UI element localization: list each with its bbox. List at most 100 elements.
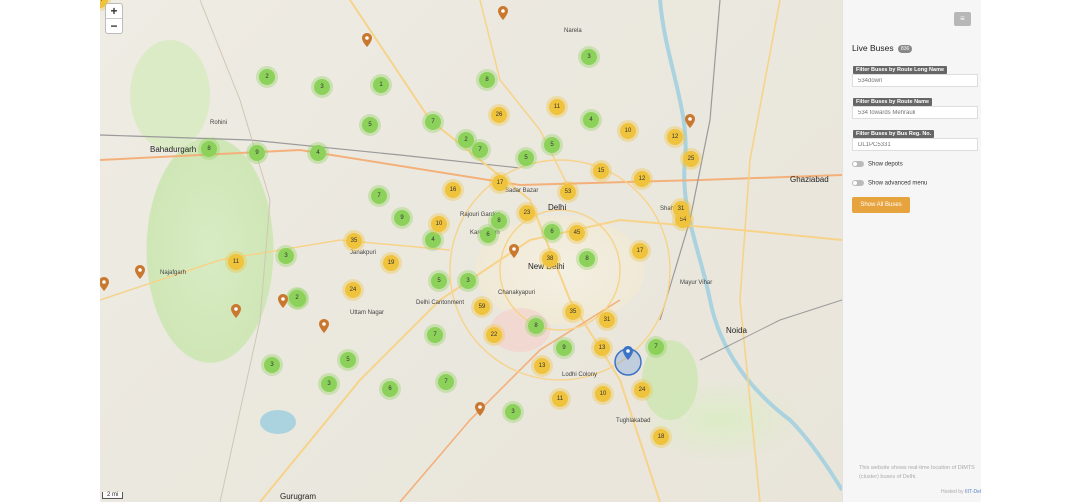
bus-reg-input[interactable]: [852, 138, 978, 151]
bus-cluster-marker[interactable]: 1: [373, 77, 389, 93]
bus-cluster-marker[interactable]: 2: [289, 290, 305, 306]
bus-cluster-marker[interactable]: 3: [278, 248, 294, 264]
bus-cluster-marker[interactable]: 24: [345, 282, 361, 298]
bus-cluster-marker[interactable]: 35: [565, 304, 581, 320]
bus-cluster-marker[interactable]: 12: [667, 129, 683, 145]
bus-cluster-marker[interactable]: 11: [228, 254, 244, 270]
bus-cluster-marker[interactable]: 8: [528, 318, 544, 334]
menu-icon[interactable]: ≡: [954, 12, 971, 26]
bus-cluster-marker[interactable]: 2: [259, 69, 275, 85]
bus-cluster-marker[interactable]: 17: [492, 175, 508, 191]
depot-pin-icon[interactable]: [509, 244, 519, 258]
bus-cluster-marker[interactable]: 5: [340, 352, 356, 368]
bus-cluster-marker[interactable]: 35: [346, 233, 362, 249]
bus-cluster-marker[interactable]: 24: [634, 382, 650, 398]
bus-cluster-marker[interactable]: 10: [431, 216, 447, 232]
bus-cluster-marker[interactable]: 3: [460, 273, 476, 289]
bus-cluster-marker[interactable]: 31: [599, 312, 615, 328]
bus-cluster-marker[interactable]: 45: [569, 225, 585, 241]
depot-pin-icon[interactable]: [498, 6, 508, 20]
depot-pin-icon[interactable]: [135, 265, 145, 279]
zoom-out-button[interactable]: −: [106, 18, 122, 33]
selected-location-pin-icon[interactable]: [623, 346, 633, 360]
show-depots-toggle[interactable]: Show depots: [852, 161, 903, 168]
bus-cluster-marker[interactable]: 5: [544, 137, 560, 153]
bus-cluster-marker[interactable]: 5: [518, 150, 534, 166]
bus-cluster-marker[interactable]: 23: [519, 205, 535, 221]
bus-cluster-marker[interactable]: 6: [382, 381, 398, 397]
bus-cluster-marker[interactable]: 5: [362, 117, 378, 133]
bus-cluster-marker[interactable]: 16: [445, 182, 461, 198]
bus-cluster-marker[interactable]: 18: [653, 429, 669, 445]
bus-cluster-marker[interactable]: 8: [579, 251, 595, 267]
live-buses-label: Live Buses: [852, 43, 894, 53]
bus-cluster-marker[interactable]: 11: [549, 99, 565, 115]
show-all-buses-button[interactable]: Show All Buses: [852, 197, 910, 213]
bus-cluster-marker[interactable]: 26: [491, 107, 507, 123]
bus-cluster-marker[interactable]: 6: [544, 224, 560, 240]
depot-pin-icon[interactable]: [362, 33, 372, 47]
depot-pin-icon[interactable]: [100, 277, 109, 291]
bus-cluster-marker[interactable]: 11: [552, 391, 568, 407]
bus-cluster-marker[interactable]: 15: [593, 163, 609, 179]
bus-cluster-marker[interactable]: 13: [534, 358, 550, 374]
depot-pin-icon[interactable]: [278, 294, 288, 308]
map[interactable]: New Delhi Delhi Ghaziabad Noida Gurugram Baha…: [100, 0, 842, 502]
bus-cluster-marker[interactable]: 3: [314, 79, 330, 95]
bus-cluster-marker[interactable]: 31: [673, 201, 689, 217]
credit-link[interactable]: IIIT-Del: [965, 489, 981, 495]
bus-cluster-marker[interactable]: 7: [427, 327, 443, 343]
bus-cluster-marker[interactable]: 4: [425, 232, 441, 248]
bus-cluster-marker[interactable]: 10: [620, 123, 636, 139]
bus-cluster-marker[interactable]: 7: [438, 374, 454, 390]
bus-cluster-marker[interactable]: 12: [634, 171, 650, 187]
route-name-input[interactable]: [852, 106, 978, 119]
bus-cluster-marker[interactable]: 5: [431, 273, 447, 289]
bus-cluster-marker[interactable]: 4: [310, 145, 326, 161]
toggle-switch-icon[interactable]: [852, 180, 864, 186]
place-label: Lodhi Colony: [562, 372, 598, 378]
bus-cluster-marker[interactable]: 8: [479, 72, 495, 88]
bus-cluster-marker[interactable]: 19: [383, 255, 399, 271]
place-label: Tughlakabad: [616, 418, 651, 424]
bus-cluster-marker[interactable]: 3: [505, 404, 521, 420]
show-advanced-menu-label: Show advanced menu: [868, 180, 928, 187]
zoom-in-button[interactable]: +: [106, 4, 122, 18]
bus-cluster-marker[interactable]: 8: [201, 141, 217, 157]
bus-cluster-marker[interactable]: 59: [474, 299, 490, 315]
bus-cluster-marker[interactable]: 13: [594, 340, 610, 356]
bus-cluster-marker[interactable]: 22: [486, 327, 502, 343]
route-name-label: Filter Buses by Route Name: [853, 98, 933, 106]
bus-cluster-marker[interactable]: 25: [683, 151, 699, 167]
bus-cluster-marker[interactable]: 7: [648, 339, 664, 355]
bus-cluster-marker[interactable]: 8: [491, 213, 507, 229]
bus-cluster-marker[interactable]: 38: [542, 251, 558, 267]
route-long-name-input[interactable]: [852, 74, 978, 87]
bus-cluster-marker[interactable]: 3: [581, 49, 597, 65]
toggle-switch-icon[interactable]: [852, 161, 864, 167]
bus-cluster-marker[interactable]: 3: [264, 357, 280, 373]
place-label: Uttam Nagar: [350, 310, 385, 316]
depot-pin-icon[interactable]: [475, 402, 485, 416]
bus-cluster-marker[interactable]: 10: [595, 386, 611, 402]
bus-cluster-marker[interactable]: 7: [371, 188, 387, 204]
depot-pin-icon[interactable]: [231, 304, 241, 318]
place-label: Sadar Bazar: [505, 188, 539, 194]
place-label: Mayur Vihar: [680, 280, 713, 286]
bus-cluster-marker[interactable]: 53: [560, 184, 576, 200]
bus-cluster-marker[interactable]: 6: [480, 227, 496, 243]
bus-cluster-marker[interactable]: 17: [632, 243, 648, 259]
bus-cluster-marker[interactable]: 7: [425, 114, 441, 130]
bus-cluster-marker[interactable]: 9: [394, 210, 410, 226]
bus-cluster-marker[interactable]: 2: [458, 132, 474, 148]
map-scale: 2 mi: [102, 492, 124, 499]
bus-cluster-marker[interactable]: 4: [583, 112, 599, 128]
depot-pin-icon[interactable]: [685, 114, 695, 128]
depot-pin-icon[interactable]: [319, 319, 329, 333]
bus-cluster-marker[interactable]: 9: [249, 145, 265, 161]
show-advanced-menu-toggle[interactable]: Show advanced menu: [852, 180, 927, 187]
place-label: Bahadurgarh: [150, 145, 197, 154]
bus-cluster-marker[interactable]: 7: [472, 142, 488, 158]
bus-cluster-marker[interactable]: 3: [321, 376, 337, 392]
bus-cluster-marker[interactable]: 9: [556, 340, 572, 356]
